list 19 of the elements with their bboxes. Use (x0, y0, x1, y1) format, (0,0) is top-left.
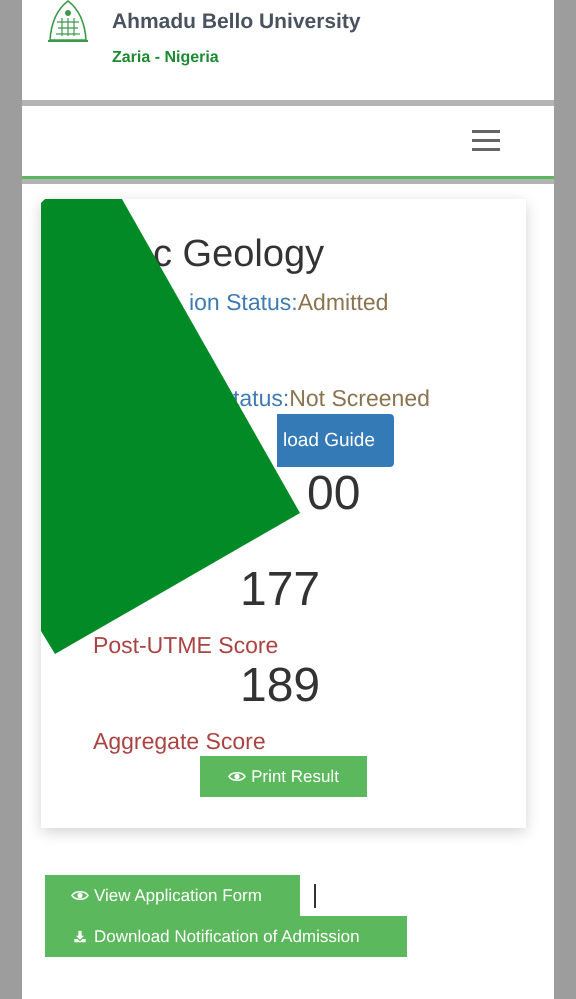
print-button[interactable]: Print Result (200, 756, 367, 797)
university-name: Ahmadu Bello University (112, 10, 361, 34)
score-label: Aggregate Score (93, 728, 266, 754)
status-value: Admitted (298, 289, 388, 315)
download-button[interactable]: Download Notification of Admission (45, 916, 407, 957)
guide-button[interactable]: load Guide (277, 414, 394, 467)
status-label: tatus: (233, 385, 290, 411)
score-value: 189 (240, 659, 320, 712)
score-value: 177 (240, 563, 320, 616)
status-value: Not Screened (289, 385, 430, 411)
score-value: 00 (307, 467, 360, 520)
eye-icon (71, 889, 89, 902)
status-label: ion Status: (189, 289, 298, 315)
view-button[interactable]: View Application Form (45, 875, 300, 916)
text-cursor (314, 884, 316, 908)
menu-icon[interactable] (472, 130, 500, 152)
university-location: Zaria - Nigeria (112, 48, 220, 68)
eye-icon (228, 770, 246, 783)
score-label: Post-UTME Score (93, 632, 278, 658)
